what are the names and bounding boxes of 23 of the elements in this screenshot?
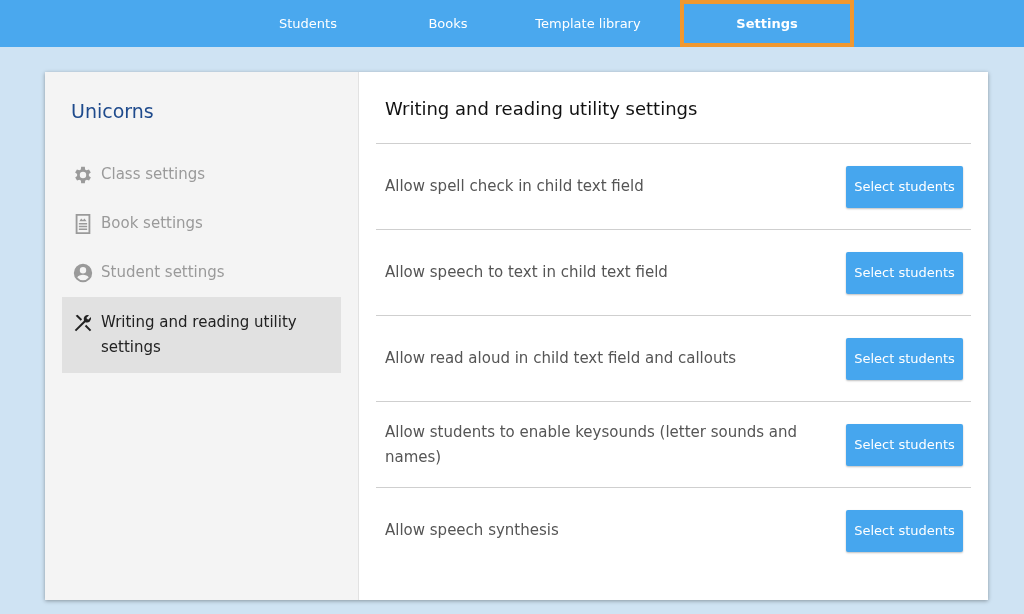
select-students-button[interactable]: Select students <box>846 251 963 294</box>
user-icon <box>72 262 94 284</box>
select-students-button[interactable]: Select students <box>846 337 963 380</box>
sidebar-item[interactable]: Student settings <box>62 248 341 297</box>
setting-label: Allow speech synthesis <box>385 520 560 541</box>
section-title: Writing and reading utility settings <box>376 98 971 144</box>
select-students-button[interactable]: Select students <box>846 165 963 208</box>
class-name: Unicorns <box>71 100 155 122</box>
nav-tab[interactable]: Template library <box>518 0 658 47</box>
sidebar-item[interactable]: Book settings <box>62 199 341 248</box>
settings-icon <box>72 164 94 186</box>
nav-tab[interactable]: Settings <box>680 0 854 47</box>
sidebar-item[interactable]: Class settings <box>62 150 341 199</box>
setting-label: Allow students to enable keysounds (letter sounds and names) <box>385 421 799 468</box>
setting-label: Allow spell check in child text field <box>385 176 645 197</box>
nav-tab[interactable]: Students <box>238 0 378 47</box>
setting-label: Allow read aloud in child text field and callouts <box>385 348 738 369</box>
select-students-button[interactable]: Select students <box>846 509 963 552</box>
nav-tab[interactable]: Books <box>378 0 518 47</box>
sidebar-item[interactable]: Writing and reading utility settings <box>62 297 341 373</box>
tools-icon <box>72 312 94 334</box>
select-students-button[interactable]: Select students <box>846 423 963 466</box>
setting-label: Allow speech to text in child text field <box>385 262 669 283</box>
